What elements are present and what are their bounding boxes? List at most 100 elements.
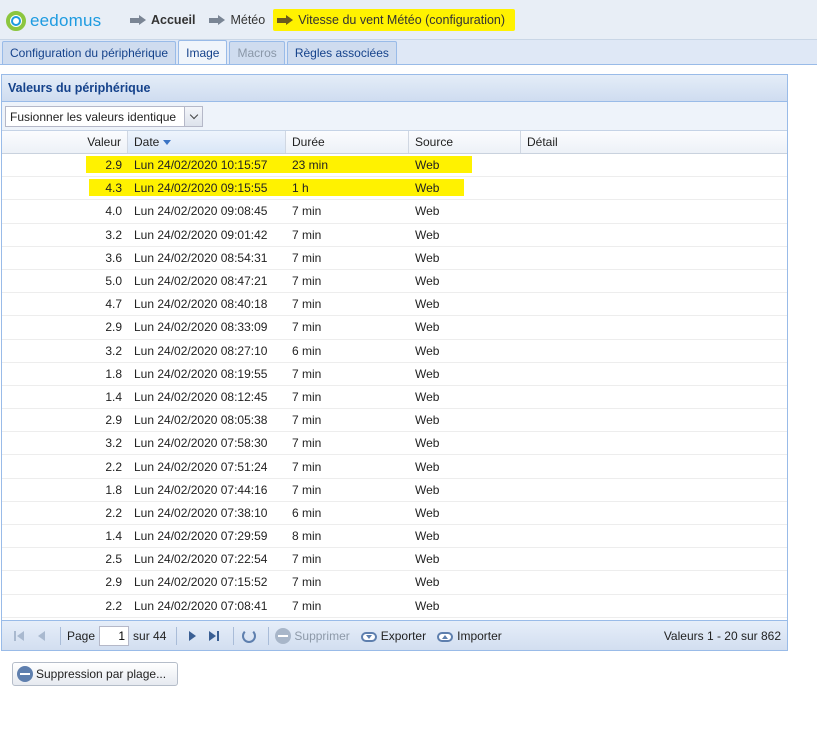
- table-row[interactable]: 3.6 Lun 24/02/2020 08:54:31 7 min Web: [2, 247, 787, 270]
- export-button[interactable]: Exporter: [360, 629, 426, 643]
- cell-source: Web: [415, 482, 440, 497]
- column-header-source[interactable]: Source: [409, 131, 521, 153]
- cell-duration: 7 min: [292, 227, 322, 242]
- tab-image[interactable]: Image: [178, 40, 228, 64]
- next-page-button[interactable]: [183, 627, 201, 645]
- table-row[interactable]: 4.7 Lun 24/02/2020 08:40:18 7 min Web: [2, 293, 787, 317]
- cell-detail: [521, 340, 787, 362]
- chevron-down-icon[interactable]: [184, 107, 202, 126]
- cell-value: 1.4: [105, 529, 122, 544]
- refresh-button[interactable]: [240, 627, 258, 645]
- cell-value: 2.2: [105, 598, 122, 613]
- table-row[interactable]: 4.3 Lun 24/02/2020 09:15:55 1 h Web: [2, 177, 787, 201]
- breadcrumb-meteo[interactable]: Météo: [209, 13, 265, 27]
- table-row[interactable]: 1.4 Lun 24/02/2020 08:12:45 7 min Web: [2, 386, 787, 410]
- cell-date: Lun 24/02/2020 07:29:59: [134, 529, 268, 544]
- cell-source: Web: [415, 529, 440, 544]
- minus-circle-icon: [275, 627, 292, 644]
- cell-detail: [521, 432, 787, 454]
- table-row[interactable]: 2.9 Lun 24/02/2020 07:15:52 7 min Web: [2, 571, 787, 595]
- cell-source: Web: [415, 575, 440, 590]
- minus-circle-icon: [17, 666, 33, 682]
- import-button-label: Importer: [457, 628, 502, 643]
- table-row[interactable]: 2.9 Lun 24/02/2020 08:05:38 7 min Web: [2, 409, 787, 433]
- cell-duration: 7 min: [292, 459, 322, 474]
- cell-source: Web: [415, 366, 440, 381]
- table-row[interactable]: 3.2 Lun 24/02/2020 07:58:30 7 min Web: [2, 432, 787, 456]
- cell-duration: 7 min: [292, 204, 322, 219]
- paging-toolbar: Page sur 44 Supprimer Exporter Importer …: [2, 620, 787, 650]
- table-row[interactable]: 2.2 Lun 24/02/2020 07:51:24 7 min Web: [2, 455, 787, 479]
- table-row[interactable]: 4.0 Lun 24/02/2020 09:08:45 7 min Web: [2, 200, 787, 224]
- tab-macros: Macros: [229, 41, 285, 64]
- cell-date: Lun 24/02/2020 08:27:10: [134, 343, 268, 358]
- pager-info: Valeurs 1 - 20 sur 862: [663, 628, 781, 643]
- cell-duration: 7 min: [292, 320, 322, 335]
- cell-source: Web: [415, 436, 440, 451]
- tab-bar: Configuration du périphérique Image Macr…: [0, 40, 817, 65]
- cell-detail: [521, 270, 787, 292]
- cell-duration: 7 min: [292, 482, 322, 497]
- cell-value: 2.9: [105, 413, 122, 428]
- cell-source: Web: [415, 552, 440, 567]
- cell-source: Web: [415, 158, 440, 173]
- table-row[interactable]: 2.5 Lun 24/02/2020 07:22:54 7 min Web: [2, 548, 787, 572]
- cell-value: 2.9: [105, 158, 122, 173]
- breadcrumb-home-label: Accueil: [151, 13, 196, 27]
- sort-desc-icon: [163, 139, 172, 145]
- page-number-input[interactable]: [99, 625, 130, 646]
- merge-values-select[interactable]: Fusionner les valeurs identique: [5, 106, 203, 127]
- cell-detail: [521, 455, 787, 477]
- cell-value: 3.6: [105, 250, 122, 265]
- cloud-upload-icon: [436, 629, 454, 643]
- column-header-detail[interactable]: Détail: [521, 131, 787, 153]
- table-row[interactable]: 1.4 Lun 24/02/2020 07:29:59 8 min Web: [2, 525, 787, 549]
- tab-rules[interactable]: Règles associées: [286, 41, 397, 64]
- table-row[interactable]: 2.9 Lun 24/02/2020 08:33:09 7 min Web: [2, 316, 787, 340]
- table-row[interactable]: 3.2 Lun 24/02/2020 08:27:10 6 min Web: [2, 340, 787, 363]
- cell-source: Web: [415, 505, 440, 520]
- table-row[interactable]: 3.2 Lun 24/02/2020 09:01:42 7 min Web: [2, 224, 787, 247]
- cell-date: Lun 24/02/2020 09:08:45: [134, 204, 268, 219]
- breadcrumb-home[interactable]: Accueil: [130, 13, 195, 27]
- page-label: Page: [67, 628, 96, 643]
- delete-button-label: Supprimer: [294, 628, 350, 643]
- table-row[interactable]: 1.8 Lun 24/02/2020 07:44:16 7 min Web: [2, 479, 787, 502]
- prev-page-icon: [37, 630, 45, 641]
- tab-configuration[interactable]: Configuration du périphérique: [2, 41, 177, 64]
- breadcrumb: Accueil Météo Vitesse du vent Météo (con…: [130, 9, 529, 31]
- device-values-panel: Valeurs du périphérique Fusionner les va…: [1, 74, 788, 651]
- cell-source: Web: [415, 320, 440, 335]
- panel-toolbar: Fusionner les valeurs identique: [2, 102, 787, 131]
- column-header-value[interactable]: Valeur: [2, 131, 128, 153]
- cell-value: 4.3: [105, 181, 122, 196]
- cell-detail: [521, 386, 787, 408]
- table-row[interactable]: 2.2 Lun 24/02/2020 07:08:41 7 min Web: [2, 595, 787, 618]
- eedomus-logo[interactable]: eedomus: [6, 9, 101, 33]
- column-header-date[interactable]: Date: [128, 131, 286, 153]
- last-page-button[interactable]: [205, 627, 223, 645]
- column-header-duration[interactable]: Durée: [286, 131, 409, 153]
- column-header-value-label: Valeur: [87, 135, 121, 149]
- merge-values-select-value: Fusionner les valeurs identique: [10, 109, 177, 124]
- cell-date: Lun 24/02/2020 08:12:45: [134, 389, 268, 404]
- cell-date: Lun 24/02/2020 07:15:52: [134, 575, 268, 590]
- cell-date: Lun 24/02/2020 07:44:16: [134, 482, 268, 497]
- cell-date: Lun 24/02/2020 08:47:21: [134, 274, 268, 289]
- cell-date: Lun 24/02/2020 07:08:41: [134, 598, 268, 613]
- breadcrumb-meteo-label: Météo: [230, 13, 266, 27]
- cell-duration: 7 min: [292, 250, 322, 265]
- toolbar-separator: [233, 626, 235, 645]
- export-button-label: Exporter: [380, 628, 427, 643]
- table-row[interactable]: 2.9 Lun 24/02/2020 10:15:57 23 min Web: [2, 154, 787, 178]
- table-row[interactable]: 5.0 Lun 24/02/2020 08:47:21 7 min Web: [2, 270, 787, 294]
- cell-date: Lun 24/02/2020 08:19:55: [134, 366, 268, 381]
- range-delete-button[interactable]: Suppression par plage...: [12, 662, 178, 686]
- toolbar-separator: [176, 626, 178, 645]
- import-button[interactable]: Importer: [436, 629, 502, 643]
- table-row[interactable]: 2.2 Lun 24/02/2020 07:38:10 6 min Web: [2, 502, 787, 525]
- table-row[interactable]: 1.8 Lun 24/02/2020 08:19:55 7 min Web: [2, 363, 787, 386]
- cell-duration: 6 min: [292, 505, 322, 520]
- cell-value: 3.2: [105, 227, 122, 242]
- first-page-icon: [13, 630, 25, 642]
